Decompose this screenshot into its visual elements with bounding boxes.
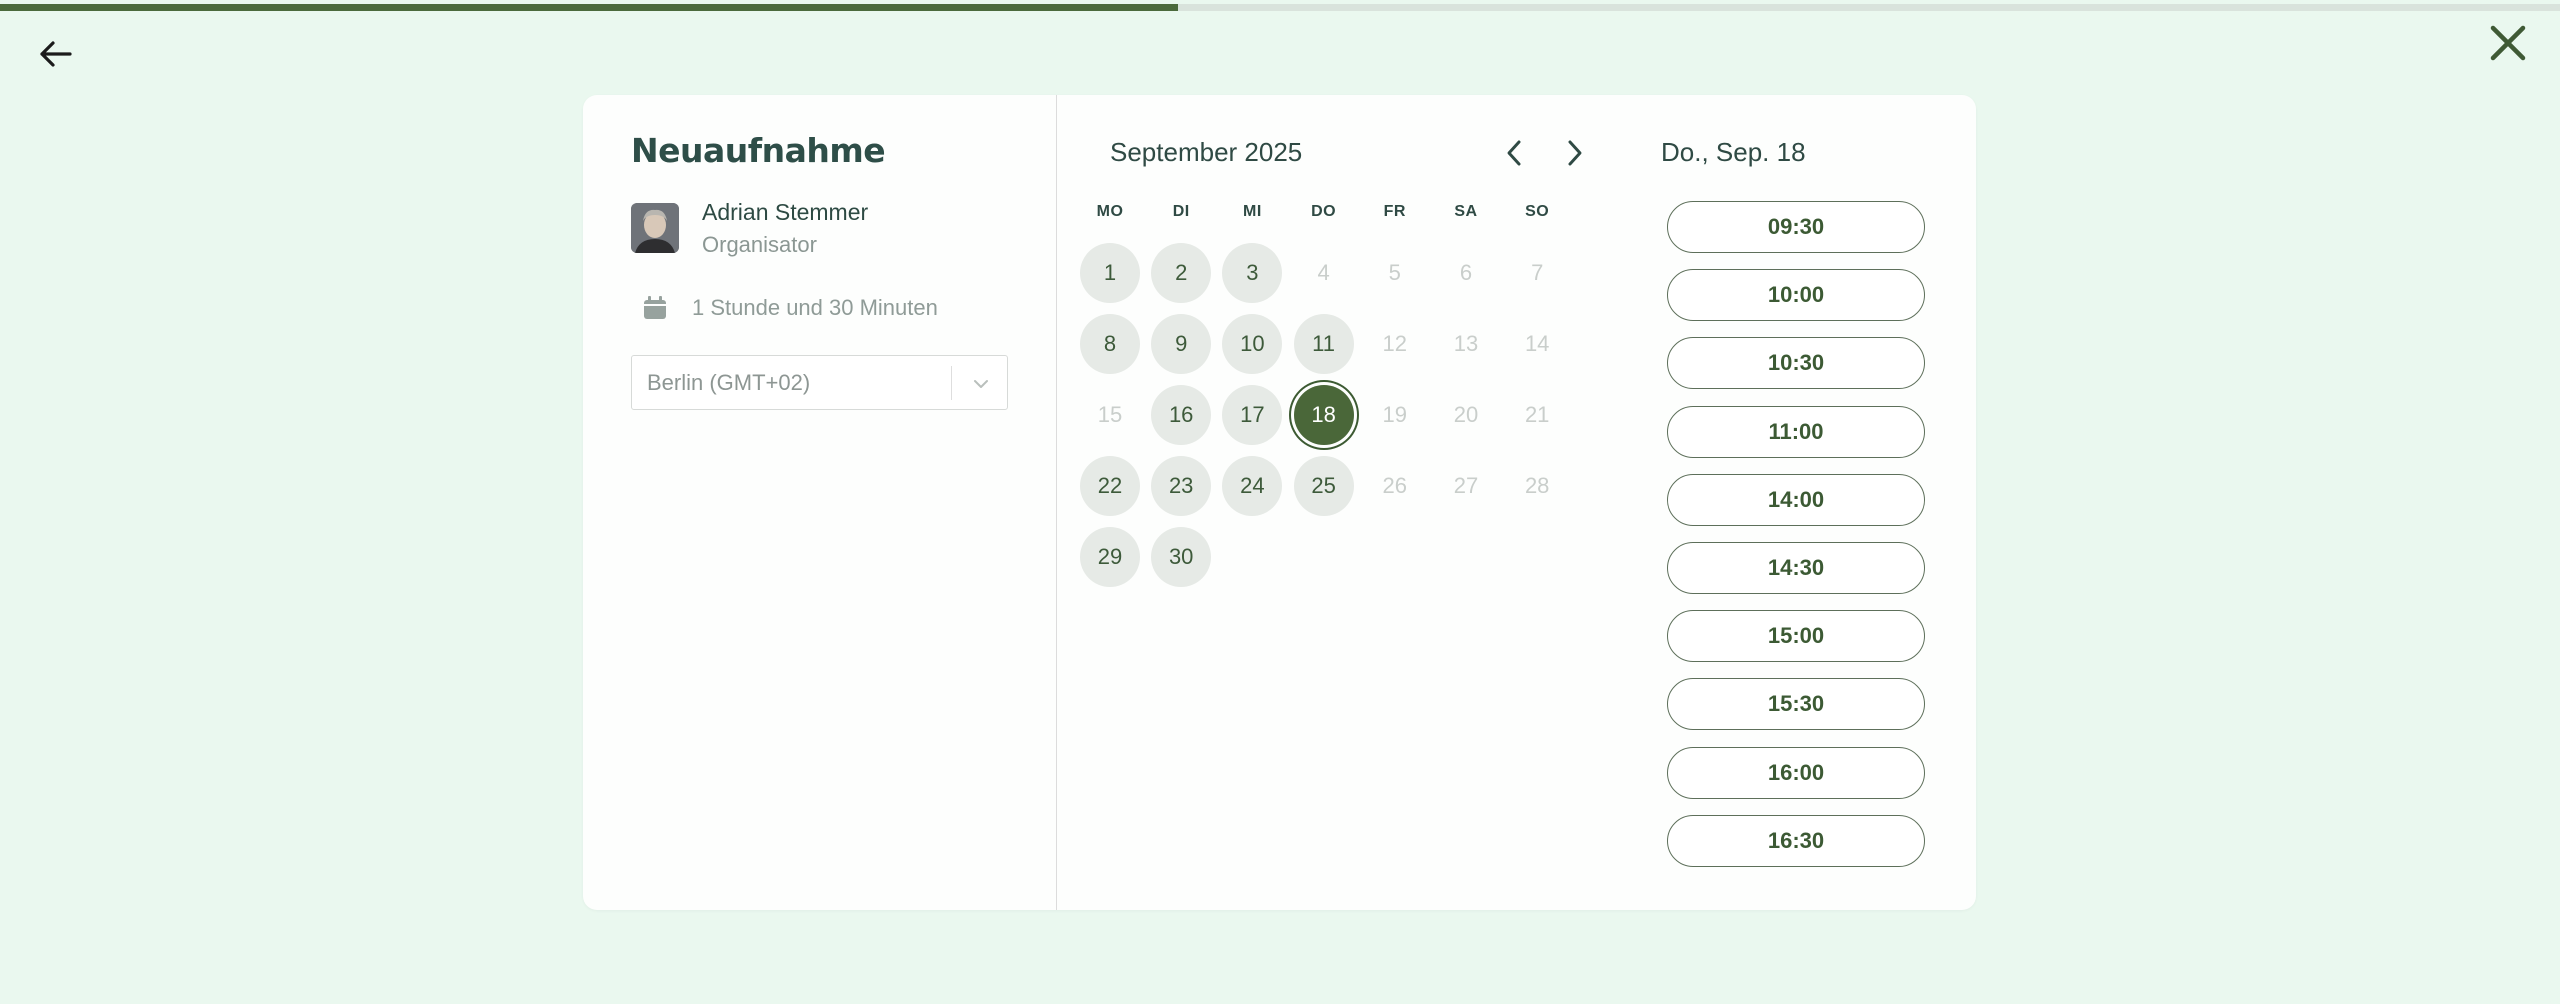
calendar-day: 6 xyxy=(1459,260,1473,285)
time-slot-button[interactable]: 16:00 xyxy=(1667,746,1925,799)
timezone-value: Berlin (GMT+02) xyxy=(647,370,811,395)
calendar-day: 28 xyxy=(1524,473,1550,498)
selected-date-label: Do., Sep. 18 xyxy=(1661,137,1806,167)
calendar-day: 14 xyxy=(1524,331,1550,356)
next-month-button[interactable] xyxy=(1555,133,1595,173)
calendar-day[interactable]: 8 xyxy=(1080,314,1140,374)
calendar-day[interactable]: 29 xyxy=(1080,527,1140,587)
timezone-select[interactable]: Berlin (GMT+02) xyxy=(631,355,1008,410)
time-slot-button[interactable]: 11:00 xyxy=(1667,405,1925,458)
weekday-label: FR xyxy=(1383,203,1406,220)
calendar-day[interactable]: 16 xyxy=(1151,385,1212,445)
calendar-day: 13 xyxy=(1453,331,1479,356)
event-title: Neuaufnahme xyxy=(631,131,886,170)
progress-bar xyxy=(0,4,2560,11)
time-slot-button[interactable]: 15:00 xyxy=(1667,610,1925,663)
time-slot-button[interactable]: 09:30 xyxy=(1667,201,1925,253)
calendar-day[interactable]: 3 xyxy=(1222,243,1283,303)
progress-bar-fill xyxy=(0,4,1178,11)
chevron-left-icon xyxy=(1507,140,1521,166)
previous-month-button[interactable] xyxy=(1494,133,1534,173)
weekday-label: SO xyxy=(1525,203,1550,220)
calendar-day[interactable]: 24 xyxy=(1222,456,1283,516)
calendar-day[interactable]: 9 xyxy=(1151,314,1212,374)
booking-card: Neuaufnahme Adrian Stemmer Organisator 1… xyxy=(583,95,1976,910)
calendar-day[interactable]: 11 xyxy=(1293,314,1354,374)
calendar-day: 20 xyxy=(1453,402,1479,427)
select-divider xyxy=(951,366,952,400)
chevron-down-icon xyxy=(974,380,988,388)
calendar-day: 4 xyxy=(1317,260,1330,285)
event-details-panel: Neuaufnahme Adrian Stemmer Organisator 1… xyxy=(583,95,1057,910)
calendar-day[interactable]: 22 xyxy=(1080,456,1140,516)
calendar-day: 26 xyxy=(1382,473,1408,498)
calendar-day: 15 xyxy=(1097,402,1123,427)
month-label: September 2025 xyxy=(1110,137,1303,167)
calendar-day[interactable]: 10 xyxy=(1222,314,1283,374)
close-icon xyxy=(2490,25,2526,61)
weekday-label: DO xyxy=(1311,203,1337,220)
weekday-label: MO xyxy=(1096,203,1124,220)
weekday-label: SA xyxy=(1454,203,1478,220)
calendar-day[interactable]: 17 xyxy=(1222,385,1283,445)
weekday-label: DI xyxy=(1172,203,1190,220)
calendar-day: 12 xyxy=(1382,331,1408,356)
calendar-day[interactable]: 30 xyxy=(1151,527,1212,587)
time-slot-button[interactable]: 14:30 xyxy=(1667,542,1925,594)
time-slot-button[interactable]: 16:30 xyxy=(1667,814,1925,867)
calendar-day: 21 xyxy=(1524,402,1550,427)
calendar-icon xyxy=(644,296,666,319)
organizer-role: Organisator xyxy=(702,232,817,257)
calendar-day[interactable]: 1 xyxy=(1080,243,1140,303)
time-slot-button[interactable]: 15:30 xyxy=(1667,678,1925,731)
weekday-label: MI xyxy=(1243,203,1262,220)
calendar-day[interactable]: 25 xyxy=(1293,456,1354,516)
time-slot-button[interactable]: 10:30 xyxy=(1667,337,1925,390)
calendar-day: 5 xyxy=(1388,260,1401,285)
calendar-day-selected[interactable]: 18 xyxy=(1293,385,1354,445)
back-button[interactable] xyxy=(30,32,80,76)
time-slot-button[interactable]: 14:00 xyxy=(1667,473,1925,526)
event-duration: 1 Stunde und 30 Minuten xyxy=(692,295,938,320)
organizer-name: Adrian Stemmer xyxy=(702,199,869,225)
calendar-day: 7 xyxy=(1531,260,1544,285)
arrow-left-icon xyxy=(40,41,72,67)
avatar xyxy=(631,203,679,253)
calendar-day: 27 xyxy=(1453,473,1479,498)
time-slot-button[interactable]: 10:00 xyxy=(1667,269,1925,322)
close-button[interactable] xyxy=(2482,18,2534,68)
chevron-right-icon xyxy=(1568,140,1582,166)
calendar-day[interactable]: 2 xyxy=(1151,243,1212,303)
calendar-day: 19 xyxy=(1382,402,1408,427)
calendar-day[interactable]: 23 xyxy=(1151,456,1212,516)
